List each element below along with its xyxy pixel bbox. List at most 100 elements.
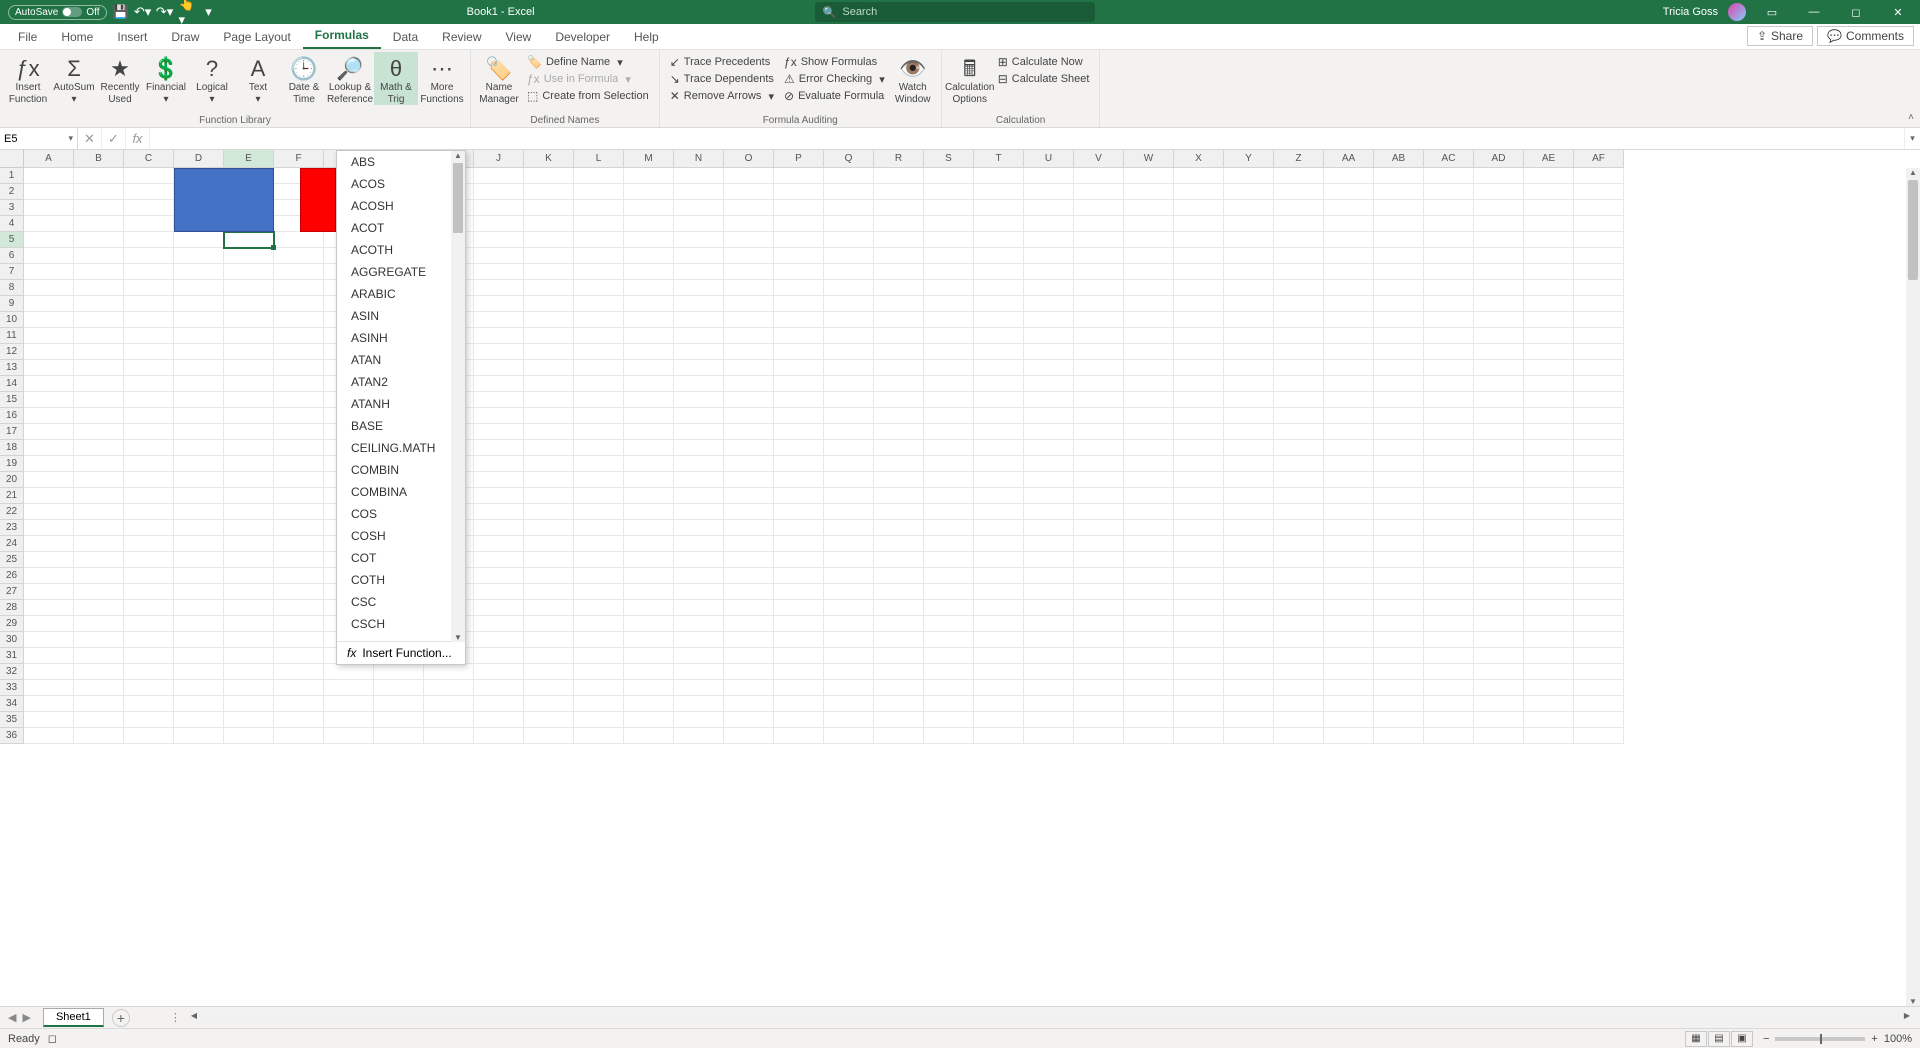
cell[interactable]: [1524, 632, 1574, 648]
cell[interactable]: [1324, 680, 1374, 696]
cell[interactable]: [1224, 584, 1274, 600]
cell[interactable]: [1324, 376, 1374, 392]
cell[interactable]: [1324, 648, 1374, 664]
cell[interactable]: [1174, 264, 1224, 280]
cell[interactable]: [774, 472, 824, 488]
cell[interactable]: [574, 600, 624, 616]
cell[interactable]: [1124, 248, 1174, 264]
cell[interactable]: [1224, 648, 1274, 664]
cell[interactable]: [674, 680, 724, 696]
cell[interactable]: [474, 632, 524, 648]
cell[interactable]: [774, 168, 824, 184]
cell[interactable]: [474, 248, 524, 264]
cell[interactable]: [24, 312, 74, 328]
cell[interactable]: [1474, 264, 1524, 280]
cell[interactable]: [1124, 488, 1174, 504]
cell[interactable]: [174, 376, 224, 392]
cell[interactable]: [74, 424, 124, 440]
cell[interactable]: [1424, 168, 1474, 184]
cell[interactable]: [724, 536, 774, 552]
cell[interactable]: [24, 408, 74, 424]
cell[interactable]: [1024, 536, 1074, 552]
insert-function-icon[interactable]: fx: [126, 128, 150, 149]
math-trig-button[interactable]: θMath & Trig: [374, 52, 418, 105]
cell[interactable]: [1374, 600, 1424, 616]
cell[interactable]: [974, 568, 1024, 584]
cell[interactable]: [1074, 440, 1124, 456]
cell[interactable]: [924, 248, 974, 264]
cell[interactable]: [1324, 472, 1374, 488]
cell[interactable]: [174, 264, 224, 280]
column-header[interactable]: B: [74, 150, 124, 168]
cell[interactable]: [1524, 536, 1574, 552]
cell[interactable]: [1424, 680, 1474, 696]
cell[interactable]: [1124, 568, 1174, 584]
cell[interactable]: [1274, 616, 1324, 632]
evaluate-formula-button[interactable]: ⊘Evaluate Formula: [780, 88, 889, 104]
cell[interactable]: [1074, 568, 1124, 584]
cell[interactable]: [1474, 312, 1524, 328]
cell[interactable]: [1324, 312, 1374, 328]
cell[interactable]: [524, 472, 574, 488]
cell[interactable]: [1024, 712, 1074, 728]
cell[interactable]: [24, 472, 74, 488]
cell[interactable]: [1024, 200, 1074, 216]
cell[interactable]: [924, 200, 974, 216]
cell[interactable]: [624, 696, 674, 712]
cell[interactable]: [1174, 312, 1224, 328]
cell[interactable]: [1224, 296, 1274, 312]
cell[interactable]: [324, 664, 374, 680]
column-header[interactable]: L: [574, 150, 624, 168]
cell[interactable]: [824, 472, 874, 488]
cell[interactable]: [824, 344, 874, 360]
cell[interactable]: [1024, 264, 1074, 280]
cell[interactable]: [824, 456, 874, 472]
row-header[interactable]: 16: [0, 408, 24, 424]
more-functions-button[interactable]: ⋯More Functions: [420, 52, 464, 105]
cell[interactable]: [824, 648, 874, 664]
date-time-button[interactable]: 🕒Date & Time: [282, 52, 326, 105]
cell[interactable]: [274, 312, 324, 328]
cell[interactable]: [1524, 216, 1574, 232]
cell[interactable]: [874, 584, 924, 600]
cell[interactable]: [174, 232, 224, 248]
normal-view-button[interactable]: ▦: [1685, 1031, 1707, 1047]
cell[interactable]: [1274, 680, 1324, 696]
cell[interactable]: [1174, 584, 1224, 600]
cell[interactable]: [1474, 472, 1524, 488]
cell[interactable]: [574, 568, 624, 584]
column-header[interactable]: W: [1124, 150, 1174, 168]
cell[interactable]: [174, 552, 224, 568]
cell[interactable]: [1324, 504, 1374, 520]
row-header[interactable]: 9: [0, 296, 24, 312]
column-header[interactable]: D: [174, 150, 224, 168]
cell[interactable]: [1574, 472, 1624, 488]
cell[interactable]: [624, 552, 674, 568]
cell[interactable]: [674, 664, 724, 680]
cell[interactable]: [1374, 536, 1424, 552]
cell[interactable]: [1374, 648, 1424, 664]
cell[interactable]: [174, 584, 224, 600]
tab-data[interactable]: Data: [381, 25, 430, 49]
cell[interactable]: [1024, 360, 1074, 376]
column-header[interactable]: R: [874, 150, 924, 168]
cell[interactable]: [1374, 264, 1424, 280]
cell[interactable]: [824, 408, 874, 424]
cell[interactable]: [1224, 504, 1274, 520]
cell[interactable]: [324, 680, 374, 696]
cell[interactable]: [574, 440, 624, 456]
cell[interactable]: [1574, 296, 1624, 312]
cell[interactable]: [474, 280, 524, 296]
cell[interactable]: [624, 568, 674, 584]
cell[interactable]: [824, 232, 874, 248]
cell[interactable]: [1474, 376, 1524, 392]
cell[interactable]: [174, 488, 224, 504]
cell[interactable]: [1124, 376, 1174, 392]
cell[interactable]: [1374, 680, 1424, 696]
row-header[interactable]: 36: [0, 728, 24, 744]
cell[interactable]: [1274, 520, 1324, 536]
cell[interactable]: [774, 280, 824, 296]
cell[interactable]: [24, 616, 74, 632]
cell[interactable]: [724, 392, 774, 408]
cell[interactable]: [474, 504, 524, 520]
